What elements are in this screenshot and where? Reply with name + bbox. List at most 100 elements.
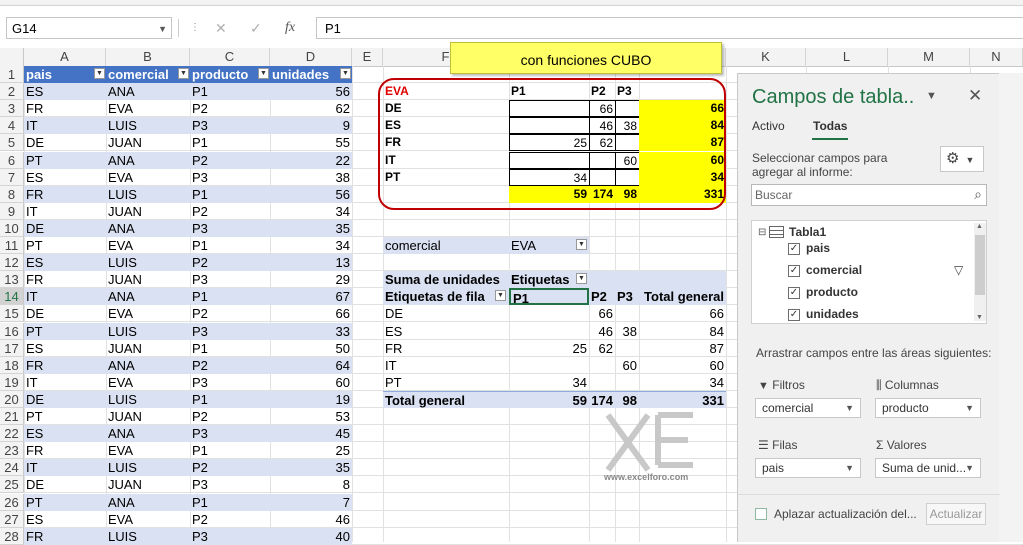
row-header[interactable]: 24 [0, 459, 24, 477]
pivot-value[interactable] [509, 323, 589, 340]
row-header[interactable]: 7 [0, 168, 24, 186]
table-cell[interactable]: ES [24, 169, 106, 186]
filter-dropdown-icon[interactable]: ▼ [258, 68, 269, 79]
table-cell[interactable]: LUIS [106, 459, 190, 477]
filter-dropdown-icon[interactable]: ▼ [178, 68, 189, 79]
panel-scroll-area[interactable] [999, 73, 1023, 542]
update-button[interactable]: Actualizar [926, 503, 986, 525]
table-cell[interactable]: P2 [190, 151, 270, 169]
table-cell[interactable]: P3 [190, 322, 270, 340]
table-cell[interactable]: EVA [106, 169, 190, 186]
table-cell[interactable]: FR [24, 442, 106, 459]
table-cell[interactable]: ES [24, 254, 106, 272]
formula-input[interactable]: P1 [316, 17, 1023, 39]
table-cell[interactable]: FR [24, 271, 106, 288]
field-checkbox-producto[interactable]: ✓ [788, 287, 800, 299]
column-header-d[interactable]: D [270, 48, 352, 66]
table-cell[interactable]: P2 [190, 203, 270, 220]
table-cell[interactable]: P1 [190, 340, 270, 357]
search-input[interactable]: Buscar ⌕ [751, 184, 987, 206]
pivot-value[interactable]: 34 [509, 374, 589, 391]
table-cell[interactable]: P1 [190, 288, 270, 306]
rows-field-chip[interactable]: pais ▼ [755, 458, 861, 478]
table-cell[interactable]: P3 [190, 271, 270, 288]
search-icon[interactable]: ⌕ [974, 186, 982, 203]
table-cell[interactable]: ANA [106, 151, 190, 169]
table-cell[interactable]: LUIS [106, 185, 190, 203]
table-cell[interactable]: 22 [270, 151, 352, 169]
table-cell[interactable]: DE [24, 305, 106, 322]
table-cell[interactable]: FR [24, 100, 106, 117]
table-cell[interactable]: P1 [190, 237, 270, 254]
table-cell[interactable]: 34 [270, 203, 352, 220]
row-header[interactable]: 27 [0, 510, 24, 528]
row-header[interactable]: 8 [0, 185, 24, 203]
pivot-value[interactable]: 62 [589, 340, 615, 357]
table-cell[interactable]: 33 [270, 322, 352, 340]
row-header[interactable]: 18 [0, 356, 24, 374]
table-cell[interactable]: FR [24, 356, 106, 374]
defer-update-checkbox[interactable] [755, 508, 767, 520]
column-header-c[interactable]: C [190, 48, 270, 66]
row-header[interactable]: 10 [0, 219, 24, 237]
pivot-col-labels[interactable]: Etiquetas ▼ [509, 271, 589, 289]
table-cell[interactable]: ES [24, 340, 106, 357]
table-cell[interactable]: EVA [106, 511, 190, 528]
table-cell[interactable]: 40 [270, 527, 352, 545]
pivot-row-label[interactable]: DE [383, 305, 509, 322]
name-box[interactable]: G14 ▼ [6, 17, 172, 39]
pivot-col-header[interactable]: P2 [589, 288, 615, 306]
row-header[interactable]: 28 [0, 527, 24, 545]
table-cell[interactable]: PT [24, 322, 106, 340]
table-cell[interactable]: LUIS [106, 117, 190, 135]
table-cell[interactable]: P3 [190, 374, 270, 391]
column-header-k[interactable]: K [726, 48, 806, 66]
table-cell[interactable]: LUIS [106, 322, 190, 340]
table-cell[interactable]: 50 [270, 340, 352, 357]
table-cell[interactable]: ES [24, 83, 106, 101]
row-header[interactable]: 15 [0, 305, 24, 323]
row-header[interactable]: 26 [0, 493, 24, 511]
insert-function-icon[interactable]: fx [285, 17, 295, 39]
table-cell[interactable]: EVA [106, 305, 190, 322]
table-cell[interactable]: IT [24, 203, 106, 220]
row-header[interactable]: 13 [0, 271, 24, 289]
pivot-grand-total[interactable]: 331 [639, 390, 726, 408]
chevron-down-icon[interactable]: ▼ [158, 18, 167, 40]
table-cell[interactable]: P3 [190, 425, 270, 443]
pivot-col-header[interactable]: P3 [615, 288, 639, 306]
pivot-total-label[interactable]: Total general [383, 390, 509, 408]
filter-dropdown-icon[interactable]: ▼ [94, 68, 105, 79]
collapse-icon[interactable]: ⊟ [758, 227, 766, 238]
table-cell[interactable]: JUAN [106, 408, 190, 425]
row-header[interactable]: 1 [0, 66, 24, 83]
pivot-value[interactable]: 66 [589, 305, 615, 322]
pivot-value[interactable] [615, 305, 639, 322]
row-header[interactable]: 25 [0, 476, 24, 494]
table-cell[interactable]: JUAN [106, 271, 190, 288]
table-cell[interactable]: P1 [190, 83, 270, 101]
table-cell[interactable]: P2 [190, 100, 270, 117]
pivot-value[interactable] [509, 305, 589, 322]
table-cell[interactable]: LUIS [106, 527, 190, 545]
table-cell[interactable]: 53 [270, 408, 352, 425]
table-cell[interactable]: 56 [270, 83, 352, 101]
table-cell[interactable]: PT [24, 408, 106, 425]
table-cell[interactable]: P2 [190, 305, 270, 322]
pivot-value[interactable]: 34 [639, 374, 726, 391]
table-cell[interactable]: PT [24, 237, 106, 254]
table-cell[interactable]: EVA [106, 100, 190, 117]
row-header[interactable]: 16 [0, 322, 24, 340]
field-checkbox-unidades[interactable]: ✓ [788, 309, 800, 321]
filter-applied-icon[interactable]: ▼ [576, 239, 587, 250]
table-cell[interactable]: 55 [270, 134, 352, 151]
table-cell[interactable]: ANA [106, 83, 190, 101]
pivot-grand-total[interactable]: 59 [509, 390, 589, 408]
table-cell[interactable]: 25 [270, 442, 352, 459]
gear-icon[interactable]: ⚙ ▼ [940, 146, 984, 172]
pivot-row-labels[interactable]: Etiquetas de fila ▼ [383, 288, 509, 306]
field-name-pais[interactable]: pais [806, 241, 830, 255]
field-checkbox-pais[interactable]: ✓ [788, 243, 800, 255]
field-name-comercial[interactable]: comercial [806, 263, 862, 277]
table-header-unidades[interactable]: unidades ▼ [270, 66, 352, 83]
